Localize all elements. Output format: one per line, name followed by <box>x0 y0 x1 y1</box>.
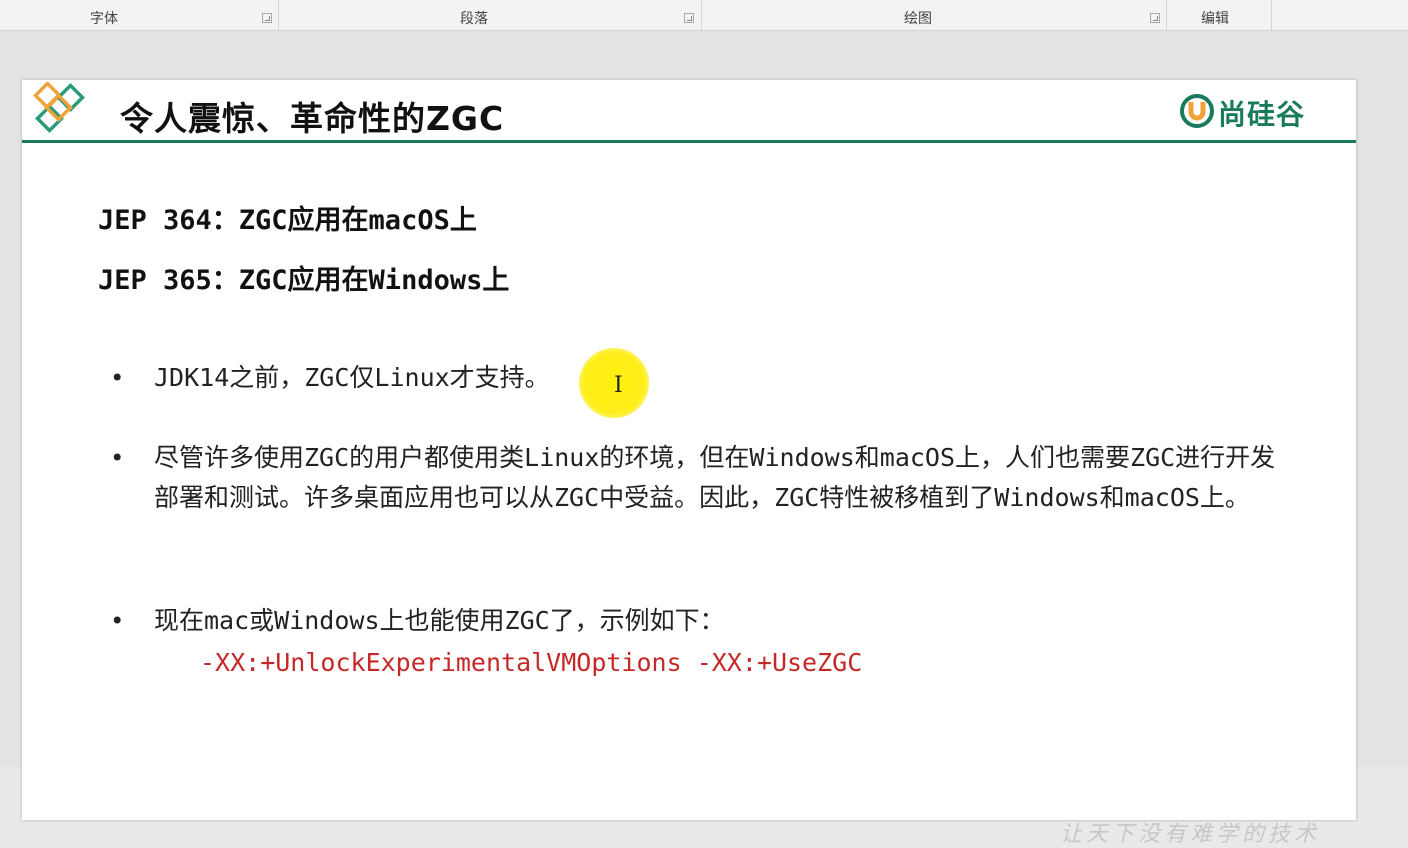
bullet-marker: • <box>110 607 125 635</box>
slide-canvas[interactable]: 令人震惊、革命性的ZGC 尚硅谷 JEP 364：ZGC应用在macOS上 JE… <box>22 80 1356 847</box>
bullet-text-1: JDK14之前，ZGC仅Linux才支持。 <box>154 363 550 392</box>
ribbon-group-label: 绘图 <box>904 11 932 27</box>
ribbon-group-labels: 字体 段落 绘图 编辑 <box>0 0 1408 31</box>
ribbon-group-label: 编辑 <box>1201 11 1229 27</box>
bullet-text-2: 尽管许多使用ZGC的用户都使用类Linux的环境，但在Windows和macOS… <box>154 443 1276 512</box>
ribbon-group-drawing: 绘图 <box>702 0 1167 30</box>
brand-name: 尚硅谷 <box>1218 98 1306 131</box>
diamond-logo-icon <box>33 82 85 133</box>
ribbon-group-label: 段落 <box>460 11 488 27</box>
jep-365-heading: JEP 365：ZGC应用在Windows上 <box>98 265 510 296</box>
slide-header: 令人震惊、革命性的ZGC 尚硅谷 <box>22 80 1356 144</box>
paragraph-dialog-launcher-icon[interactable] <box>684 13 694 23</box>
jep-364-heading: JEP 364：ZGC应用在macOS上 <box>98 205 477 236</box>
text-cursor-icon: I <box>614 373 623 398</box>
bullet-text-3: 现在mac或Windows上也能使用ZGC了，示例如下： <box>154 606 725 635</box>
slide-watermark: 让天下没有难学的技术 <box>1059 822 1320 847</box>
brand-logo: 尚硅谷 <box>1180 92 1330 132</box>
ribbon-group-font: 字体 <box>0 0 279 30</box>
ribbon-group-editing: 编辑 <box>1167 0 1272 30</box>
u-logo-icon <box>1180 94 1214 128</box>
slide-workspace: 令人震惊、革命性的ZGC 尚硅谷 JEP 364：ZGC应用在macOS上 JE… <box>0 31 1408 847</box>
drawing-dialog-launcher-icon[interactable] <box>1150 13 1160 23</box>
bullet-marker: • <box>110 364 125 392</box>
font-dialog-launcher-icon[interactable] <box>262 13 272 23</box>
bullet-marker: • <box>110 444 125 472</box>
title-divider <box>22 140 1356 143</box>
slide-title: 令人震惊、革命性的ZGC <box>120 99 505 138</box>
ribbon-group-paragraph: 段落 <box>279 0 702 30</box>
ribbon-group-label: 字体 <box>90 11 118 27</box>
jvm-options-code: -XX:+UnlockExperimentalVMOptions -XX:+Us… <box>200 648 863 677</box>
